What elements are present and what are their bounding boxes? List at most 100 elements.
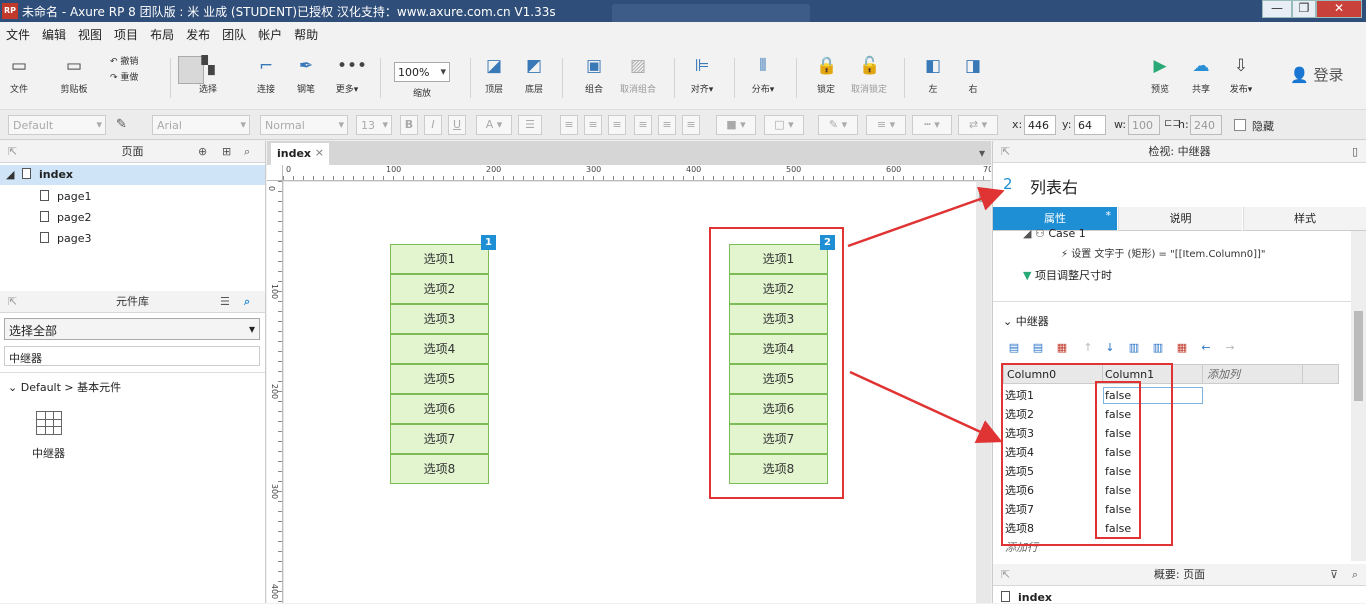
left-panel-button[interactable]: ◧ 左 <box>920 54 946 95</box>
inspector-scrollbar[interactable] <box>1351 231 1366 561</box>
insert-column-right-icon[interactable]: ▥ <box>1151 341 1165 355</box>
publish-button[interactable]: ⇩ 发布▾ <box>1226 54 1256 95</box>
page-item-page1[interactable]: page1 <box>40 190 91 203</box>
valign-middle-button[interactable]: ≡ <box>658 115 676 135</box>
page-item-page3[interactable]: page3 <box>40 232 91 245</box>
pen-button[interactable]: ✒ 钢笔 <box>292 54 320 95</box>
font-color-button[interactable]: A ▾ <box>476 115 512 135</box>
font-family-select[interactable]: Arial <box>152 115 250 135</box>
font-weight-select[interactable]: Normal <box>260 115 348 135</box>
distribute-button[interactable]: ⫴ 分布▾ <box>748 54 778 95</box>
menu-edit[interactable]: 编辑 <box>36 22 72 43</box>
bold-button[interactable]: B <box>400 115 418 135</box>
delete-row-icon[interactable]: ▦ <box>1055 341 1069 355</box>
preview-button[interactable]: ▶ 预览 <box>1148 54 1172 95</box>
line-style-button[interactable]: ┅ ▾ <box>912 115 952 135</box>
file-button[interactable]: ▭ 文件 <box>6 54 32 95</box>
library-search-input[interactable]: 中继器 <box>4 346 260 366</box>
menu-icon[interactable]: ☰ <box>220 291 230 313</box>
minimize-button[interactable]: — <box>1262 0 1292 18</box>
undo-button[interactable]: ↶ 撤销 <box>110 54 152 67</box>
collapse-icon[interactable]: ⇱ <box>1001 141 1010 163</box>
line-color-button[interactable]: ✎ ▾ <box>818 115 858 135</box>
clipboard-button[interactable]: ▭ 剪贴板 <box>56 54 92 95</box>
close-tab-icon[interactable]: × <box>315 146 324 159</box>
menu-layout[interactable]: 布局 <box>144 22 180 43</box>
outline-root[interactable]: index <box>1001 591 1052 604</box>
repeater-widget-icon[interactable] <box>36 411 62 435</box>
library-filter-select[interactable]: 选择全部 ▾ <box>4 318 260 340</box>
chevron-down-icon[interactable]: ▾ <box>979 146 985 160</box>
insert-row-below-icon[interactable]: ▤ <box>1031 341 1045 355</box>
insert-row-above-icon[interactable]: ▤ <box>1007 341 1021 355</box>
repeater-item[interactable]: 选项3 <box>390 304 489 334</box>
underline-button[interactable]: U <box>448 115 466 135</box>
ungroup-button[interactable]: ▨ 取消组合 <box>616 54 660 95</box>
menu-team[interactable]: 团队 <box>216 22 252 43</box>
action-item[interactable]: ⚡ 设置 文字于 (矩形) = "[[Item.Column0]]" <box>1061 245 1266 260</box>
right-panel-button[interactable]: ◨ 右 <box>960 54 986 95</box>
move-up-icon[interactable]: ↑ <box>1081 341 1095 355</box>
collapse-icon[interactable]: ⇱ <box>1001 564 1010 586</box>
lock-button[interactable]: 🔒 锁定 <box>812 54 840 95</box>
hidden-checkbox[interactable] <box>1234 119 1246 131</box>
send-to-back-button[interactable]: ◩ 底层 <box>522 54 546 95</box>
style-editor-icon[interactable]: ✎ <box>116 117 127 132</box>
valign-bottom-button[interactable]: ≡ <box>682 115 700 135</box>
collapse-icon[interactable]: ⇱ <box>8 141 17 163</box>
repeater-item[interactable]: 选项2 <box>390 274 489 304</box>
width-input[interactable]: 100 <box>1128 115 1160 135</box>
align-right-text-button[interactable]: ≡ <box>608 115 626 135</box>
font-size-select[interactable]: 13 <box>356 115 392 135</box>
repeater-item[interactable]: 选项3 <box>729 304 828 334</box>
repeater-item[interactable]: 选项1 <box>729 244 828 274</box>
notes-icon[interactable]: ▯ <box>1352 141 1358 163</box>
page-item-page2[interactable]: page2 <box>40 211 91 224</box>
repeater-item[interactable]: 选项5 <box>390 364 489 394</box>
menu-publish[interactable]: 发布 <box>180 22 216 43</box>
tab-index[interactable]: index × <box>271 143 329 165</box>
share-button[interactable]: ☁ 共享 <box>1186 54 1216 95</box>
close-button[interactable]: ✕ <box>1316 0 1362 18</box>
menu-help[interactable]: 帮助 <box>288 22 324 43</box>
height-input[interactable]: 240 <box>1190 115 1222 135</box>
login-button[interactable]: 👤 登录 <box>1290 64 1343 85</box>
group-button[interactable]: ▣ 组合 <box>580 54 608 95</box>
repeater-right[interactable]: 选项1 选项2 选项3 选项4 选项5 选项6 选项7 选项8 2 <box>729 235 835 485</box>
page-item-index[interactable]: ◢ index <box>0 165 265 185</box>
select-button[interactable]: ▚ 选择 <box>180 54 236 95</box>
repeater-item[interactable]: 选项8 <box>390 454 489 484</box>
menu-project[interactable]: 项目 <box>108 22 144 43</box>
bring-to-front-button[interactable]: ◪ 顶层 <box>482 54 506 95</box>
more-button[interactable]: ••• 更多▾ <box>330 54 367 95</box>
repeater-left[interactable]: 选项1 选项2 选项3 选项4 选项5 选项6 选项7 选项8 1 <box>390 235 496 485</box>
move-down-icon[interactable]: ↓ <box>1103 341 1117 355</box>
menu-view[interactable]: 视图 <box>72 22 108 43</box>
search-icon[interactable]: ⌕ <box>1352 564 1358 586</box>
menu-file[interactable]: 文件 <box>0 22 36 43</box>
design-canvas[interactable]: 选项1 选项2 选项3 选项4 选项5 选项6 选项7 选项8 1 选项1 选项… <box>284 182 977 603</box>
bullet-list-button[interactable]: ☰ <box>518 115 542 135</box>
unlock-button[interactable]: 🔓 取消锁定 <box>848 54 890 95</box>
delete-column-icon[interactable]: ▦ <box>1175 341 1189 355</box>
widget-name-field[interactable]: 列表右 <box>1030 174 1078 198</box>
insert-column-left-icon[interactable]: ▥ <box>1127 341 1141 355</box>
repeater-item[interactable]: 选项6 <box>729 394 828 424</box>
tab-notes[interactable]: 说明 <box>1118 207 1242 231</box>
connect-button[interactable]: ⌐ 连接 <box>252 54 280 95</box>
maximize-button[interactable]: ❐ <box>1292 0 1316 18</box>
y-input[interactable]: 64 <box>1074 115 1106 135</box>
shadow-button[interactable]: □ ▾ <box>764 115 804 135</box>
move-right-icon[interactable]: → <box>1223 341 1237 355</box>
repeater-item[interactable]: 选项7 <box>390 424 489 454</box>
repeater-item[interactable]: 选项8 <box>729 454 828 484</box>
library-group-header[interactable]: ⌄ Default > 基本元件 <box>8 379 121 395</box>
canvas-scrollbar[interactable] <box>976 182 991 603</box>
event-item[interactable]: ▼ 项目调整尺寸时 <box>1023 267 1112 283</box>
redo-button[interactable]: ↷ 重做 <box>110 70 152 83</box>
valign-top-button[interactable]: ≡ <box>634 115 652 135</box>
collapse-icon[interactable]: ⇱ <box>8 291 17 313</box>
add-page-icon[interactable]: ⊕ <box>198 141 207 163</box>
case-item[interactable]: ◢ ⚇ Case 1 <box>1023 227 1086 240</box>
tab-style[interactable]: 样式 <box>1243 207 1366 231</box>
